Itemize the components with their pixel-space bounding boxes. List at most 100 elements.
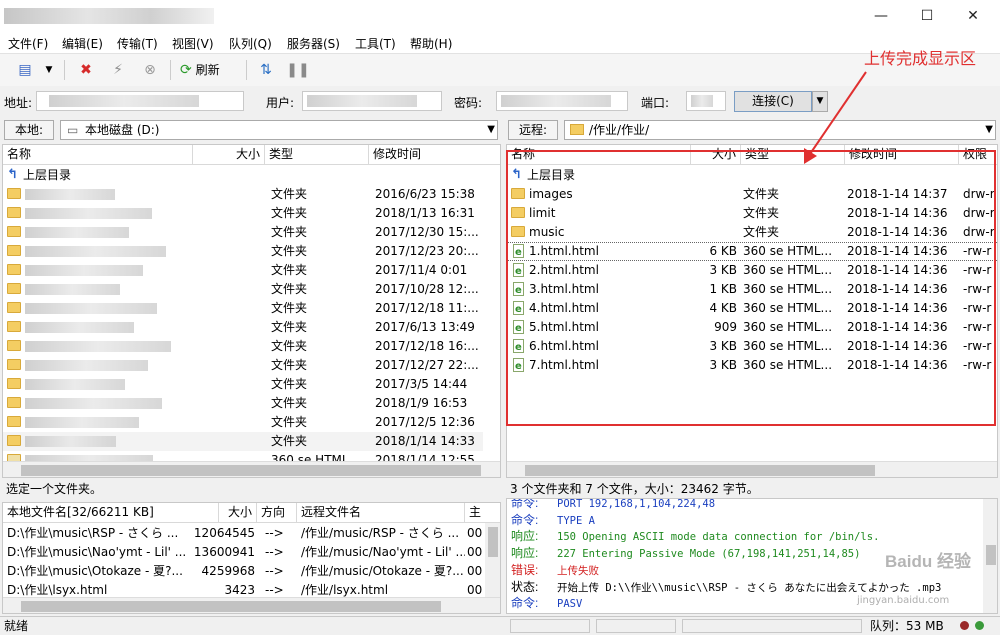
menu-help[interactable]: 帮助(H) [410, 35, 452, 52]
local-file-row[interactable]: 文件夹 2017/12/27 22:... [3, 356, 483, 375]
queue-size: 4259968 [201, 564, 255, 578]
port-input[interactable] [686, 91, 726, 111]
scrollbar-thumb[interactable] [21, 601, 441, 612]
queue-horizontal-scrollbar[interactable] [3, 597, 500, 613]
address-input[interactable] [36, 91, 244, 111]
up-arrow-icon: ↰ [7, 167, 18, 182]
transfer-queue-icon[interactable]: ⇅ [254, 59, 278, 81]
queue-row[interactable]: D:\作业\music\Otokaze - 夏?... 4259968 --> /作业… [3, 562, 485, 581]
status-panel [510, 619, 590, 633]
file-modified: 2016/6/23 15:38 [375, 187, 475, 201]
password-redacted [501, 95, 611, 107]
log-type: 错误: [511, 562, 539, 577]
local-file-row[interactable]: 文件夹 2017/12/5 12:36 [3, 413, 483, 432]
file-modified: 2018/1/13 16:31 [375, 206, 475, 220]
local-path-bar: 本地: ▭ 本地磁盘 (D:) ▼ [4, 118, 500, 142]
local-col-name[interactable]: 名称 [3, 145, 193, 165]
chevron-down-icon[interactable]: ▼ [985, 121, 993, 139]
queue-local-file: D:\作业\music\RSP - さくら ... [7, 526, 179, 540]
file-modified: 2018/1/14 14:33 [375, 434, 475, 448]
queue-col-remote[interactable]: 远程文件名 [297, 503, 465, 523]
queue-host: 00 [467, 526, 483, 540]
indicator-icon [975, 621, 984, 630]
parent-dir-row[interactable]: ↰ 上层目录 [3, 166, 500, 185]
local-col-type[interactable]: 类型 [265, 145, 369, 165]
queue-col-host[interactable]: 主 [465, 503, 500, 523]
local-file-row[interactable]: 文件夹 2017/12/30 15:... [3, 223, 483, 242]
log-message: PORT 192,168,1,104,224,48 [557, 498, 716, 510]
address-redacted [49, 95, 199, 107]
maximize-button[interactable]: ☐ [904, 0, 950, 32]
site-manager-icon[interactable]: ▤ [12, 59, 38, 81]
filename-redacted [25, 322, 134, 333]
queue-col-direction[interactable]: 方向 [257, 503, 297, 523]
queue-row[interactable]: D:\作业\music\RSP - さくら ... 12064545 --> /作业/… [3, 524, 485, 543]
local-file-row[interactable]: 文件夹 2018/1/9 16:53 [3, 394, 483, 413]
message-log: 命令: PORT 192,168,1,104,224,48 命令: TYPE A 响应:… [506, 498, 998, 614]
indicator-icon [960, 621, 969, 630]
log-vertical-scrollbar[interactable] [983, 499, 997, 613]
menu-tools[interactable]: 工具(T) [355, 35, 396, 52]
chevron-down-icon[interactable]: ▼ [42, 59, 56, 81]
remote-path-combo[interactable]: /作业/作业/ ▼ [564, 120, 996, 140]
file-type: 文件夹 [271, 263, 308, 277]
disconnect-icon[interactable]: ✖ [74, 59, 98, 81]
queue-row[interactable]: D:\作业\music\Nao'ymt - Lil' ... 13600941 --… [3, 543, 485, 562]
filename-redacted [25, 284, 120, 295]
filename-redacted [25, 303, 157, 314]
file-type: 文件夹 [271, 244, 308, 258]
local-horizontal-scrollbar[interactable] [3, 461, 500, 477]
user-input[interactable] [302, 91, 442, 111]
local-path-text: 本地磁盘 (D:) [85, 123, 160, 137]
toolbar-separator [246, 60, 247, 80]
file-type: 文件夹 [271, 415, 308, 429]
remote-horizontal-scrollbar[interactable] [507, 461, 997, 477]
queue-local-file: D:\作业\music\Nao'ymt - Lil' ... [7, 545, 187, 559]
queue-vertical-scrollbar[interactable] [485, 523, 500, 597]
local-file-row[interactable]: 文件夹 2016/6/23 15:38 [3, 185, 483, 204]
menu-file[interactable]: 文件(F) [8, 35, 48, 52]
minimize-button[interactable]: — [858, 0, 904, 32]
local-file-row[interactable]: 文件夹 2018/1/14 14:33 [3, 432, 483, 451]
queue-col-size[interactable]: 大小 [219, 503, 257, 523]
local-file-row[interactable]: 文件夹 2017/6/13 13:49 [3, 318, 483, 337]
local-file-row[interactable]: 文件夹 2017/12/18 11:... [3, 299, 483, 318]
local-file-row[interactable]: 文件夹 2017/11/4 0:01 [3, 261, 483, 280]
queue-remote-file: /作业/music/Otokaze - 夏?... [301, 564, 464, 578]
file-modified: 2017/3/5 14:44 [375, 377, 468, 391]
menu-server[interactable]: 服务器(S) [287, 35, 340, 52]
local-file-row[interactable]: 文件夹 2017/10/28 12:... [3, 280, 483, 299]
menu-transfer[interactable]: 传输(T) [117, 35, 158, 52]
queue-host: 00 [467, 564, 483, 578]
menu-queue[interactable]: 队列(Q) [229, 35, 272, 52]
local-col-size[interactable]: 大小 [193, 145, 265, 165]
password-input[interactable] [496, 91, 628, 111]
file-type: 文件夹 [271, 282, 308, 296]
scrollbar-thumb[interactable] [488, 527, 498, 557]
log-line: 命令: PASV [511, 595, 582, 612]
close-button[interactable]: ✕ [950, 0, 996, 32]
scrollbar-thumb[interactable] [525, 465, 875, 476]
refresh-button[interactable]: ⟳ 刷新 [180, 59, 238, 81]
local-file-row[interactable]: 文件夹 2017/3/5 14:44 [3, 375, 483, 394]
scrollbar-thumb[interactable] [986, 545, 996, 565]
menu-view[interactable]: 视图(V) [172, 35, 214, 52]
local-file-row[interactable]: 文件夹 2017/12/23 20:... [3, 242, 483, 261]
queue-col-local[interactable]: 本地文件名[32/66211 KB] [3, 503, 219, 523]
chevron-down-icon[interactable]: ▼ [487, 121, 495, 139]
pause-icon[interactable]: ❚❚ [286, 59, 310, 81]
cancel-icon[interactable]: ⊗ [138, 59, 162, 81]
local-path-combo[interactable]: ▭ 本地磁盘 (D:) ▼ [60, 120, 498, 140]
reconnect-icon[interactable]: ⚡ [106, 59, 130, 81]
folder-icon [7, 188, 21, 199]
watermark-url: jingyan.baidu.com [857, 595, 950, 606]
local-file-row[interactable]: 文件夹 2018/1/13 16:31 [3, 204, 483, 223]
watermark-logo: Baidu 经验 [885, 552, 971, 571]
log-type: 响应: [511, 529, 539, 544]
menu-edit[interactable]: 编辑(E) [62, 35, 103, 52]
local-file-row[interactable]: 文件夹 2017/12/18 16:... [3, 337, 483, 356]
refresh-icon: ⟳ [180, 62, 192, 78]
scrollbar-thumb[interactable] [21, 465, 481, 476]
queue-direction: --> [265, 564, 284, 578]
local-col-modified[interactable]: 修改时间 [369, 145, 500, 165]
